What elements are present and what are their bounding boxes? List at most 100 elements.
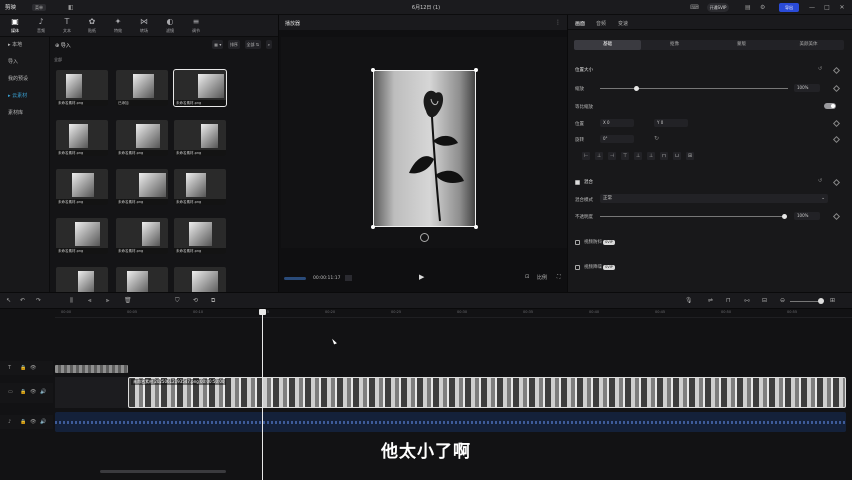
media-thumbnail[interactable]: 未命名素材.png [56, 169, 108, 205]
preview-axis-icon[interactable]: ⊟ [762, 297, 767, 304]
opacity-slider[interactable] [600, 216, 786, 217]
keyframe-scale-section-icon[interactable] [832, 66, 841, 75]
resize-handle-tl[interactable] [371, 68, 375, 72]
rotate-handle-icon[interactable] [420, 233, 429, 242]
filter-all-button[interactable]: 全部 ⇅ [244, 40, 262, 49]
sort-button[interactable]: 排序 [227, 40, 240, 49]
split-left-icon[interactable]: ⫷ [88, 297, 91, 305]
align-fit-icon[interactable]: ⊔ [673, 152, 681, 160]
media-thumbnail[interactable]: 未命名素材.png [174, 218, 226, 254]
redo-icon[interactable]: ↷ [36, 297, 41, 304]
media-thumbnail[interactable]: 未命名素材.png [174, 169, 226, 205]
progress-bar[interactable] [284, 277, 306, 280]
marker-icon[interactable]: ⛉ [175, 297, 180, 305]
undo-icon[interactable]: ↶ [20, 297, 25, 304]
select-tool-icon[interactable]: ↖ [6, 297, 11, 304]
svip-button[interactable]: 开通SVIP [707, 3, 729, 12]
resize-handle-br[interactable] [474, 225, 478, 229]
align-top-icon[interactable]: ⊤ [621, 152, 629, 160]
position-x-input[interactable]: X 0 [600, 119, 634, 127]
layout-switch-icon[interactable]: ▤ [745, 4, 751, 11]
align-vcenter-icon[interactable]: ⊥ [634, 152, 642, 160]
mute-icon[interactable]: 🔊 [40, 389, 46, 395]
subtab-beauty[interactable]: 美颜美体 [775, 40, 842, 50]
fullscreen-icon[interactable]: ⛶ [557, 274, 561, 280]
media-thumbnail[interactable]: 未命名素材.png [174, 120, 226, 156]
settings-icon[interactable]: ⚙ [760, 4, 765, 11]
rotate-input[interactable]: 0° [600, 135, 634, 143]
resize-handle-bl[interactable] [371, 225, 375, 229]
player-menu-icon[interactable]: ⋮ [555, 19, 561, 26]
tab-adjust[interactable]: ≡ 调节 [186, 17, 206, 34]
subtab-mask[interactable]: 蒙版 [708, 40, 775, 50]
scale-value[interactable]: 100% [794, 84, 820, 92]
tab-effects[interactable]: ✦ 特效 [108, 17, 128, 34]
playhead-handle[interactable] [259, 309, 266, 315]
keyframe-opacity-icon[interactable] [832, 212, 841, 221]
shortcut-icon[interactable]: ⌨ [690, 4, 699, 11]
visibility-icon[interactable]: 👁 [30, 365, 36, 371]
scale-slider[interactable] [600, 88, 788, 89]
rose-photo[interactable] [373, 70, 476, 227]
text-clip[interactable] [55, 365, 128, 373]
time-ruler[interactable]: 00:0000:0500:1000:1500:2000:2500:3000:35… [55, 309, 852, 318]
tab-sticker[interactable]: ✿ 贴纸 [82, 17, 102, 34]
search-icon[interactable]: ⌕ [265, 40, 272, 49]
subtab-basic[interactable]: 基础 [574, 40, 641, 50]
align-right-icon[interactable]: ⊣ [608, 152, 616, 160]
lock-icon[interactable]: 🔒 [20, 419, 26, 425]
view-mode-button[interactable]: ▦ ▾ [212, 40, 224, 49]
sidenav-item-local[interactable]: ▸ 本地 [0, 37, 49, 54]
tab-transition[interactable]: ⋈ 转场 [134, 17, 154, 34]
align-fill-icon[interactable]: ⊞ [686, 152, 694, 160]
resize-handle-tr[interactable] [474, 68, 478, 72]
visibility-icon[interactable]: 👁 [30, 419, 36, 425]
import-button[interactable]: ⊕ 导入 [55, 42, 71, 49]
keyframe-rotate-icon[interactable] [832, 135, 841, 144]
media-thumbnail[interactable]: 未命名素材.png [56, 218, 108, 254]
crop-icon[interactable]: ⊡ [525, 274, 529, 280]
media-thumbnail[interactable]: 未命名素材.png [116, 218, 168, 254]
export-button[interactable]: 导出 [779, 3, 799, 12]
lock-icon[interactable]: 🔒 [20, 389, 26, 395]
media-thumbnail[interactable]: 未命名素材.png [56, 120, 108, 156]
position-y-input[interactable]: Y 0 [654, 119, 688, 127]
mirror-icon[interactable]: ⟲ [193, 297, 198, 304]
tab-media[interactable]: ▣ 媒体 [5, 17, 25, 34]
scale-slider-knob[interactable] [634, 86, 639, 91]
keyframe-scale-icon[interactable] [832, 84, 841, 93]
blend-mode-select[interactable]: 正常 ⌄ [600, 194, 828, 203]
media-thumbnail[interactable]: 未命名素材.png [173, 69, 227, 107]
align-bottom-edge-icon[interactable]: ⊓ [660, 152, 668, 160]
mic-icon[interactable]: 🎙 [685, 297, 693, 304]
blend-reset-icon[interactable]: ↺ [818, 178, 822, 184]
media-thumbnail[interactable]: 已添加 [116, 70, 168, 106]
tab-filter[interactable]: ◐ 滤镜 [160, 17, 180, 34]
split-icon[interactable]: ⫼ [70, 297, 73, 305]
opacity-value[interactable]: 100% [794, 212, 820, 220]
tab-text[interactable]: T 文本 [57, 17, 77, 34]
split-right-icon[interactable]: ⫸ [106, 297, 109, 305]
media-thumbnail[interactable]: 未命名素材.png [56, 70, 108, 106]
denoise-checkbox[interactable] [575, 265, 580, 270]
keyframe-position-icon[interactable] [832, 119, 841, 128]
sidenav-item-cloud[interactable]: ▸ 云素材 [0, 88, 49, 105]
rotate-icon[interactable]: ↻ [654, 135, 659, 142]
minimize-button[interactable]: — [806, 4, 818, 11]
tab-speed[interactable]: 变速 [618, 20, 628, 27]
timeline-scrollbar[interactable] [100, 470, 226, 473]
ratio-button[interactable]: 比例 [537, 274, 547, 281]
sidenav-item-import[interactable]: 导入 [0, 54, 49, 71]
mute-icon[interactable]: 🔊 [40, 419, 46, 425]
opacity-slider-knob[interactable] [782, 214, 787, 219]
media-thumbnail[interactable]: 未命名素材.png [116, 169, 168, 205]
crop-tool-icon[interactable]: ⧉ [211, 297, 215, 305]
zoom-out-icon[interactable]: ⊖ [780, 297, 785, 304]
preview-canvas[interactable] [281, 37, 567, 248]
maximize-button[interactable]: □ [821, 4, 833, 11]
zoom-slider-knob[interactable] [818, 298, 824, 304]
image-clip[interactable]: 未命名素材 20250612193547.png 00:00:50:00 [128, 377, 846, 408]
play-icon[interactable]: ▶ [419, 273, 424, 281]
align-left-icon[interactable]: ⊢ [582, 152, 590, 160]
sidenav-item-presets[interactable]: 我的预设 [0, 71, 49, 88]
